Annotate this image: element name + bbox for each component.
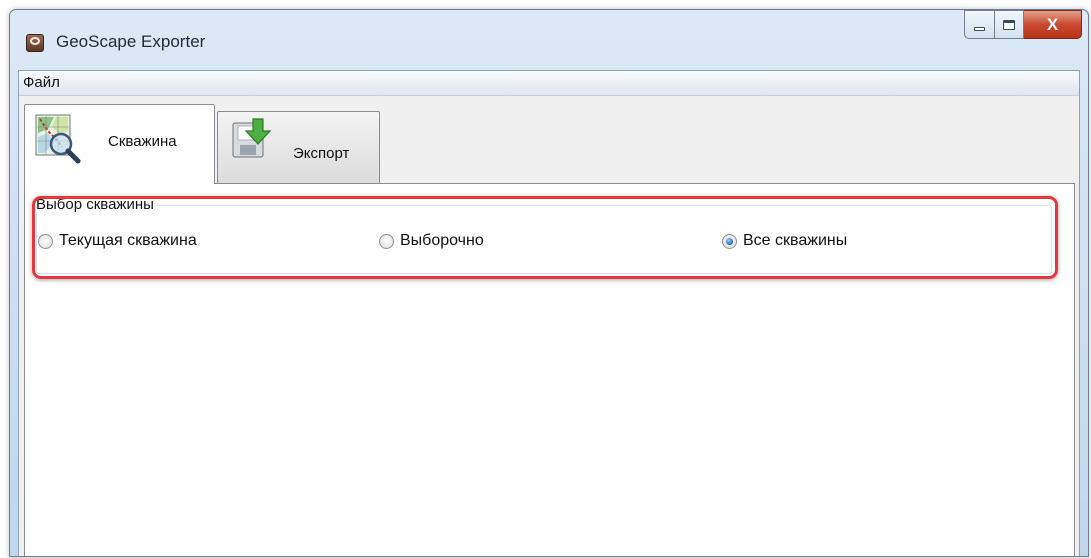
tab-export-label: Экспорт	[293, 145, 350, 162]
close-button[interactable]: X	[1024, 10, 1082, 39]
menu-file[interactable]: Файл	[23, 74, 60, 91]
caption-buttons: X	[964, 10, 1082, 39]
well-map-search-icon	[35, 114, 81, 164]
radio-current-well[interactable]: Текущая скважина	[38, 232, 197, 250]
tab-well-label: Скважина	[108, 133, 177, 150]
radio-selective[interactable]: Выборочно	[379, 232, 484, 250]
radio-current-well-label: Текущая скважина	[59, 232, 197, 249]
radio-button[interactable]	[379, 233, 394, 249]
radio-button-checked[interactable]	[722, 233, 737, 249]
menu-bar: Файл	[19, 71, 1079, 96]
minimize-button[interactable]	[964, 10, 994, 39]
title-bar[interactable]: GeoScape Exporter X	[10, 10, 1088, 68]
window-title: GeoScape Exporter	[56, 32, 206, 51]
tab-export[interactable]: Экспорт	[217, 111, 380, 184]
geoscape-app-icon[interactable]	[26, 34, 44, 52]
minimize-icon	[974, 26, 985, 31]
maximize-icon	[1003, 19, 1015, 30]
maximize-button[interactable]	[994, 10, 1024, 39]
tab-panel-well: Выбор скважины Текущая скважина Выборочн…	[24, 183, 1075, 556]
radio-selective-label: Выборочно	[400, 232, 484, 249]
radio-button[interactable]	[38, 233, 53, 249]
well-selection-caption: Выбор скважины	[36, 196, 157, 213]
export-download-icon	[232, 118, 272, 158]
tab-well[interactable]: Скважина	[24, 104, 215, 184]
radio-all-wells-label: Все скважины	[743, 232, 848, 249]
app-window: GeoScape Exporter X Файл Скважина Экспор…	[9, 9, 1089, 557]
client-area: Файл Скважина Экспорт Выбор скважины Тек…	[18, 70, 1080, 556]
radio-all-wells[interactable]: Все скважины	[722, 232, 847, 250]
close-icon: X	[1046, 14, 1059, 34]
